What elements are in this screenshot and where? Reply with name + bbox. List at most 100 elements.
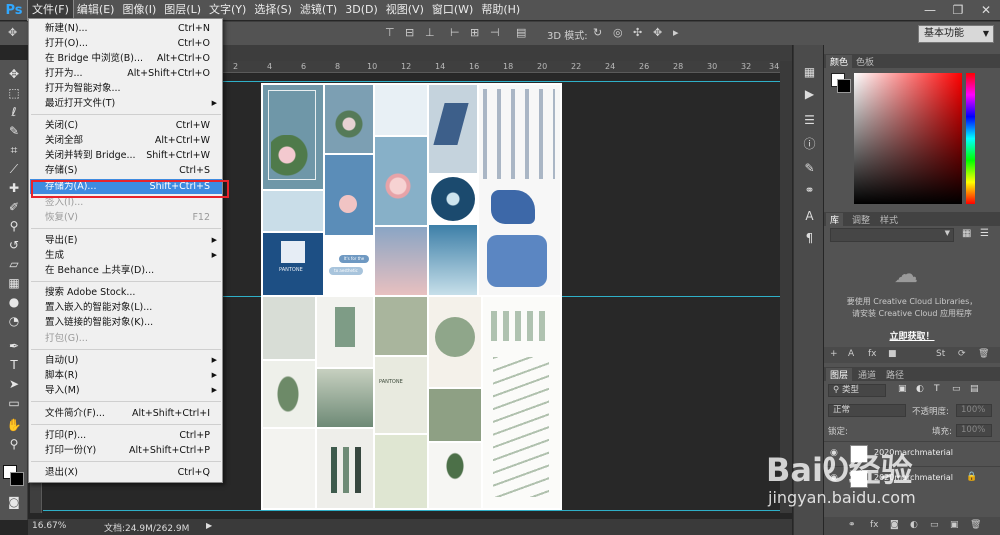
sync-icon[interactable]: ⟳ (958, 349, 966, 359)
menu-item-automate[interactable]: 自动(U) ▶ (30, 353, 222, 368)
hand-tool-icon[interactable]: ✋ (4, 417, 24, 434)
document-artboard[interactable]: PANTONE It's for the to aesthetic PANTON… (261, 83, 562, 510)
new-group-icon[interactable]: ▭ (930, 520, 939, 530)
library-dropdown[interactable]: ▼ (830, 228, 954, 242)
close-button[interactable]: ✕ (972, 0, 1000, 20)
blend-mode-select[interactable]: 正常 (828, 404, 906, 417)
filter-shape-icon[interactable]: ▭ (952, 384, 961, 394)
path-select-tool-icon[interactable]: ➤ (4, 376, 24, 393)
type-tool-icon[interactable]: T (4, 357, 24, 374)
healing-brush-tool-icon[interactable]: ✚ (4, 180, 24, 197)
grid-view-icon[interactable]: ▦ (962, 228, 971, 239)
align-left-icon[interactable]: ⊢ (450, 26, 460, 39)
menu-select[interactable]: 选择(S) (250, 0, 296, 20)
adjustment-layer-icon[interactable]: ◐ (910, 520, 918, 530)
tab-swatches[interactable]: 色板 (852, 55, 878, 68)
get-now-link[interactable]: 立即获取！ (824, 329, 1000, 342)
align-hcenter-icon[interactable]: ⊞ (470, 26, 479, 39)
brush-panel-icon[interactable]: ✎ (802, 161, 817, 175)
auto-align-icon[interactable]: ▤ (516, 26, 526, 39)
menu-item-generate[interactable]: 生成 ▶ (30, 248, 222, 263)
menu-item-open-smart-object[interactable]: 打开为智能对象... (30, 81, 222, 96)
tab-adjustments[interactable]: 调整 (848, 213, 874, 226)
graphic-icon[interactable]: ■ (888, 349, 897, 359)
hue-slider[interactable] (966, 73, 975, 204)
tab-styles[interactable]: 样式 (876, 213, 902, 226)
guide-line[interactable] (43, 510, 780, 511)
menu-item-exit[interactable]: 退出(X) Ctrl+Q (30, 465, 222, 480)
move-tool-icon[interactable]: ✥ (4, 66, 24, 83)
layer-row[interactable]: ◉ 2020marchmaterial 🔒 (824, 466, 1000, 490)
zoom-tool-icon[interactable]: ⚲ (4, 436, 24, 453)
menu-item-open-as[interactable]: 打开为... Alt+Shift+Ctrl+O (30, 66, 222, 81)
menu-image[interactable]: 图像(I) (118, 0, 160, 20)
eye-icon[interactable]: ◉ (830, 448, 838, 458)
eyedropper-tool-icon[interactable]: ⟋ (4, 161, 24, 178)
move-tool-preset-icon[interactable]: ✥ (8, 26, 17, 39)
eye-icon[interactable]: ◉ (830, 473, 838, 483)
blur-tool-icon[interactable]: ● (4, 294, 24, 311)
menu-item-revert[interactable]: 恢复(V) F12 (30, 210, 222, 225)
eraser-tool-icon[interactable]: ▱ (4, 256, 24, 273)
stock-icon[interactable]: St (936, 349, 945, 359)
color-picker-field[interactable] (854, 73, 962, 204)
opacity-input[interactable]: 100% (956, 404, 992, 417)
menu-item-new[interactable]: 新建(N)... Ctrl+N (30, 21, 222, 36)
zoom-level[interactable]: 16.67% (32, 521, 66, 531)
layer-row[interactable]: ◉ 2020marchmaterial (824, 441, 1000, 465)
menu-item-file-info[interactable]: 文件简介(F)... Alt+Shift+Ctrl+I (30, 406, 222, 421)
tab-layers[interactable]: 图层 (826, 368, 853, 381)
menu-3d[interactable]: 3D(D) (341, 0, 382, 20)
tab-paths[interactable]: 路径 (882, 368, 908, 381)
brush-tool-icon[interactable]: ✐ (4, 199, 24, 216)
workspace-dropdown[interactable]: 基本功能 ▼ (918, 25, 994, 43)
menu-view[interactable]: 视图(V) (382, 0, 428, 20)
history-brush-tool-icon[interactable]: ↺ (4, 237, 24, 254)
menu-item-print-one[interactable]: 打印一份(Y) Alt+Shift+Ctrl+P (30, 443, 222, 458)
history-panel-icon[interactable]: ▦ (802, 65, 817, 79)
layer-mask-icon[interactable]: ◙ (890, 520, 899, 530)
tab-channels[interactable]: 通道 (854, 368, 880, 381)
properties-panel-icon[interactable]: ☰ (802, 113, 817, 127)
menu-item-close-all[interactable]: 关闭全部 Alt+Ctrl+W (30, 133, 222, 148)
filter-adjustment-icon[interactable]: ◐ (916, 384, 924, 394)
3d-drag-icon[interactable]: ✣ (633, 26, 642, 39)
link-layers-icon[interactable]: ⚭ (848, 520, 856, 530)
align-top-icon[interactable]: ⊤ (385, 26, 395, 39)
vertical-scrollbar[interactable] (780, 61, 792, 513)
gradient-tool-icon[interactable]: ▦ (4, 275, 24, 292)
menu-layer[interactable]: 图层(L) (160, 0, 205, 20)
menu-item-import[interactable]: 导入(M) ▶ (30, 383, 222, 398)
filter-pixel-icon[interactable]: ▣ (898, 384, 907, 394)
restore-button[interactable]: ❐ (944, 0, 972, 20)
menu-item-place-linked[interactable]: 置入链接的智能对象(K)... (30, 315, 222, 330)
menu-item-print[interactable]: 打印(P)... Ctrl+P (30, 428, 222, 443)
fill-input[interactable]: 100% (956, 424, 992, 437)
align-vcenter-icon[interactable]: ⊟ (405, 26, 414, 39)
quick-select-tool-icon[interactable]: ✎ (4, 123, 24, 140)
minimize-button[interactable]: — (916, 0, 944, 20)
menu-item-open[interactable]: 打开(O)... Ctrl+O (30, 36, 222, 51)
pen-tool-icon[interactable]: ✒ (4, 338, 24, 355)
play-actions-icon[interactable]: ▶ (802, 87, 817, 101)
new-layer-icon[interactable]: ▣ (950, 520, 959, 530)
3d-rotate-icon[interactable]: ↻ (593, 26, 602, 39)
menu-item-package[interactable]: 打包(G)... (30, 331, 222, 346)
delete-layer-icon[interactable]: 🗑 (970, 520, 981, 530)
menu-item-export[interactable]: 导出(E) ▶ (30, 233, 222, 248)
menu-help[interactable]: 帮助(H) (477, 0, 524, 20)
lasso-tool-icon[interactable]: ℓ (4, 104, 24, 121)
clone-stamp-tool-icon[interactable]: ⚲ (4, 218, 24, 235)
quick-mask-icon[interactable]: ◙ (4, 494, 24, 511)
marquee-tool-icon[interactable]: ⬚ (4, 85, 24, 102)
3d-slide-icon[interactable]: ✥ (653, 26, 662, 39)
3d-scale-icon[interactable]: ▸ (673, 26, 679, 39)
3d-roll-icon[interactable]: ◎ (613, 26, 623, 39)
character-style-icon[interactable]: A (848, 349, 854, 359)
status-menu-arrow-icon[interactable]: ▶ (206, 521, 212, 530)
layer-style-icon[interactable]: fx (868, 349, 877, 359)
crop-tool-icon[interactable]: ⌗ (4, 142, 24, 159)
align-right-icon[interactable]: ⊣ (490, 26, 500, 39)
menu-item-recent-files[interactable]: 最近打开文件(T) ▶ (30, 96, 222, 111)
menu-item-browse-bridge[interactable]: 在 Bridge 中浏览(B)... Alt+Ctrl+O (30, 51, 222, 66)
